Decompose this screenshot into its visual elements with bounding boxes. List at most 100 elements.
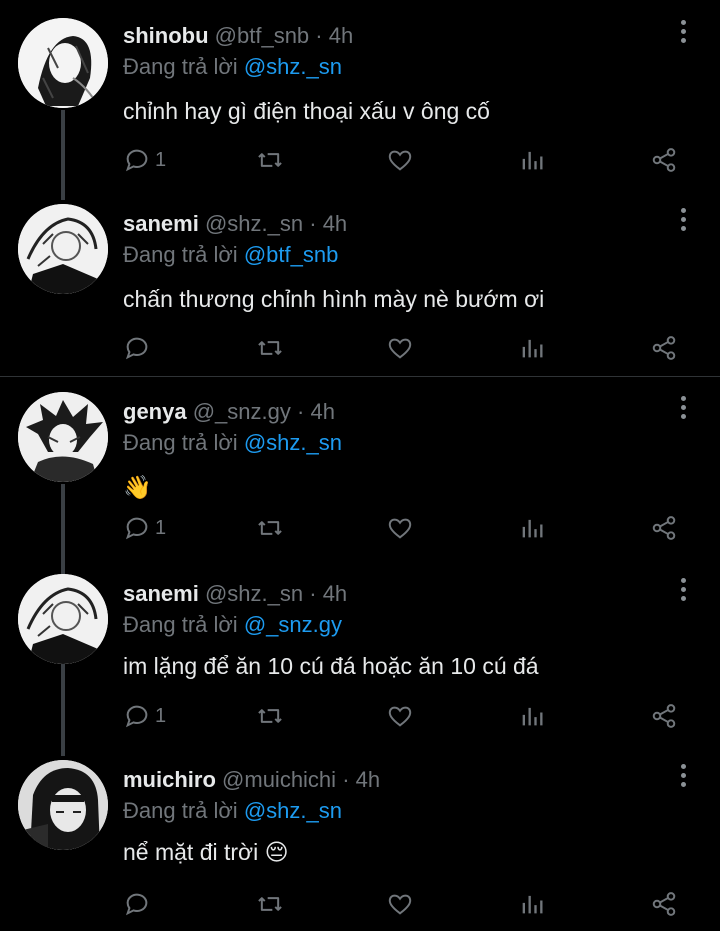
separator-dot: ·: [297, 399, 305, 424]
more-icon[interactable]: [674, 578, 692, 608]
reply-count: 1: [155, 148, 167, 171]
reply-prefix: Đang trả lời: [123, 242, 238, 267]
reply-button[interactable]: 1: [123, 145, 166, 175]
display-name[interactable]: muichiro: [123, 767, 216, 792]
share-icon: [652, 336, 676, 360]
share-button[interactable]: [650, 701, 678, 731]
handle[interactable]: @shz._sn: [205, 211, 303, 236]
reply-icon: [125, 517, 148, 540]
retweet-button[interactable]: [256, 889, 284, 919]
tweet-header: sanemi @shz._sn · 4h: [123, 210, 347, 238]
display-name[interactable]: shinobu: [123, 23, 209, 48]
action-bar: [0, 333, 720, 373]
handle[interactable]: @shz._sn: [205, 581, 303, 606]
reply-button[interactable]: 1: [123, 701, 166, 731]
views-icon: [522, 151, 543, 170]
reply-icon: [125, 149, 148, 172]
share-button[interactable]: [650, 513, 678, 543]
reply-mention[interactable]: @shz._sn: [244, 798, 342, 823]
retweet-button[interactable]: [256, 333, 284, 363]
reply-prefix: Đang trả lời: [123, 430, 238, 455]
reply-mention[interactable]: @btf_snb: [244, 242, 339, 267]
timestamp[interactable]: 4h: [323, 211, 347, 236]
reply-prefix: Đang trả lời: [123, 798, 238, 823]
like-button[interactable]: [386, 701, 414, 731]
reply-mention[interactable]: @shz._sn: [244, 430, 342, 455]
retweet-icon: [258, 709, 282, 723]
more-icon[interactable]: [674, 396, 692, 426]
tweet[interactable]: genya @_snz.gy · 4h Đang trả lời @shz._s…: [0, 376, 720, 574]
action-bar: 1: [0, 513, 720, 553]
tweet-text: im lặng để ăn 10 cú đá hoặc ăn 10 cú đá: [123, 653, 539, 679]
retweet-button[interactable]: [256, 145, 284, 175]
action-bar: 1: [0, 701, 720, 741]
like-button[interactable]: [386, 145, 414, 175]
share-icon: [652, 892, 676, 916]
tweet-text: chỉnh hay gì điện thoại xấu v ông cố: [123, 98, 490, 124]
tweet[interactable]: sanemi @shz._sn · 4h Đang trả lời @_snz.…: [0, 558, 720, 756]
heart-icon: [388, 338, 412, 359]
share-icon: [652, 704, 676, 728]
reply-icon: [125, 705, 148, 728]
separator-dot: ·: [315, 23, 323, 48]
tweet-header: genya @_snz.gy · 4h: [123, 398, 335, 426]
like-button[interactable]: [386, 513, 414, 543]
timestamp[interactable]: 4h: [310, 399, 334, 424]
views-button[interactable]: [518, 889, 546, 919]
tweet[interactable]: muichiro @muichichi · 4h Đang trả lời @s…: [0, 744, 720, 931]
reply-context: Đang trả lời @_snz.gy: [123, 611, 342, 639]
retweet-icon: [258, 153, 282, 167]
retweet-button[interactable]: [256, 513, 284, 543]
tweet-text: chấn thương chỉnh hình mày nè bướm ơi: [123, 286, 545, 312]
like-button[interactable]: [386, 889, 414, 919]
reply-button[interactable]: [123, 333, 155, 363]
more-icon[interactable]: [674, 208, 692, 238]
reply-count: 1: [155, 516, 167, 539]
avatar[interactable]: [18, 574, 108, 664]
reply-context: Đang trả lời @shz._sn: [123, 797, 342, 825]
handle[interactable]: @_snz.gy: [193, 399, 291, 424]
tweet[interactable]: shinobu @btf_snb · 4h Đang trả lời @shz.…: [0, 0, 720, 200]
retweet-button[interactable]: [256, 701, 284, 731]
avatar[interactable]: [18, 392, 108, 482]
more-icon[interactable]: [674, 20, 692, 50]
separator-dot: ·: [309, 581, 317, 606]
handle[interactable]: @btf_snb: [215, 23, 310, 48]
reply-count: 1: [155, 704, 167, 727]
heart-icon: [388, 518, 412, 539]
like-button[interactable]: [386, 333, 414, 363]
handle[interactable]: @muichichi: [222, 767, 336, 792]
avatar[interactable]: [18, 760, 108, 850]
timestamp[interactable]: 4h: [329, 23, 353, 48]
timestamp[interactable]: 4h: [323, 581, 347, 606]
separator-dot: ·: [309, 211, 317, 236]
avatar[interactable]: [18, 18, 108, 108]
share-button[interactable]: [650, 145, 678, 175]
reply-button[interactable]: 1: [123, 513, 166, 543]
reply-prefix: Đang trả lời: [123, 612, 238, 637]
share-button[interactable]: [650, 889, 678, 919]
display-name[interactable]: genya: [123, 399, 187, 424]
retweet-icon: [258, 897, 282, 911]
avatar[interactable]: [18, 204, 108, 294]
reply-mention[interactable]: @_snz.gy: [244, 612, 342, 637]
display-name[interactable]: sanemi: [123, 581, 199, 606]
heart-icon: [388, 150, 412, 171]
separator-dot: ·: [342, 767, 350, 792]
tweet-header: sanemi @shz._sn · 4h: [123, 580, 347, 608]
views-button[interactable]: [518, 145, 546, 175]
views-icon: [522, 895, 543, 914]
tweet-text: 👋: [123, 474, 152, 500]
action-bar: 1: [0, 145, 720, 185]
share-button[interactable]: [650, 333, 678, 363]
reply-button[interactable]: [123, 889, 155, 919]
views-button[interactable]: [518, 701, 546, 731]
tweet[interactable]: sanemi @shz._sn · 4h Đang trả lời @btf_s…: [0, 188, 720, 376]
display-name[interactable]: sanemi: [123, 211, 199, 236]
reply-mention[interactable]: @shz._sn: [244, 54, 342, 79]
more-icon[interactable]: [674, 764, 692, 794]
views-button[interactable]: [518, 333, 546, 363]
timestamp[interactable]: 4h: [356, 767, 380, 792]
views-button[interactable]: [518, 513, 546, 543]
views-icon: [522, 707, 543, 726]
